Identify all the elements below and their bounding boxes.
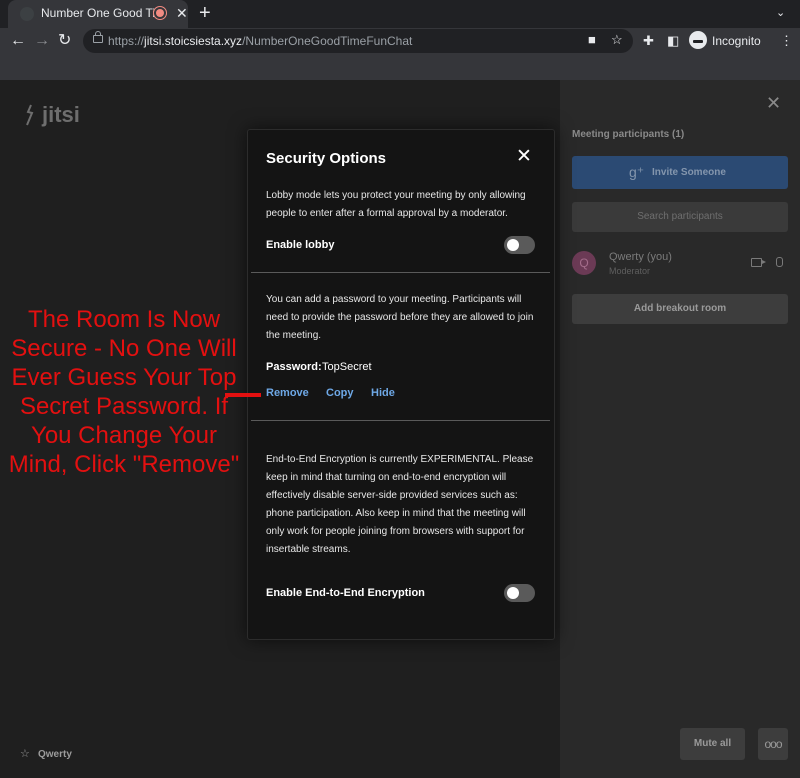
dialog-close-icon[interactable]: ✕: [516, 147, 532, 167]
e2ee-label: Enable End-to-End Encryption: [266, 587, 425, 599]
local-participant-name: Qwerty: [38, 749, 72, 760]
side-panel-icon[interactable]: ◧: [667, 33, 679, 49]
lobby-label: Enable lobby: [266, 239, 335, 251]
remove-password-link[interactable]: Remove: [266, 387, 309, 399]
copy-password-link[interactable]: Copy: [326, 387, 354, 399]
favicon-icon: [20, 7, 34, 21]
tab-close-icon[interactable]: ✕: [176, 5, 188, 21]
e2ee-toggle[interactable]: [504, 584, 535, 602]
invite-label[interactable]: Invite Someone: [652, 167, 726, 178]
close-pane-icon[interactable]: ✕: [766, 94, 781, 112]
search-placeholder[interactable]: Search participants: [572, 211, 788, 222]
participants-title: Meeting participants (1): [572, 129, 685, 140]
url-path: /NumberOneGoodTimeFunChat: [242, 34, 413, 48]
hide-password-link[interactable]: Hide: [371, 387, 395, 399]
incognito-icon[interactable]: [689, 31, 707, 49]
divider: [251, 272, 550, 273]
new-tab-button[interactable]: +: [199, 3, 211, 23]
e2ee-description: End-to-End Encryption is currently EXPER…: [266, 454, 534, 555]
lock-icon[interactable]: [93, 31, 103, 43]
profile-label[interactable]: Incognito: [712, 34, 761, 48]
jitsi-logo-text: jitsi: [42, 102, 80, 127]
extensions-icon[interactable]: ✚: [643, 33, 654, 49]
camera-in-use-icon[interactable]: ■: [588, 32, 596, 47]
divider: [251, 420, 550, 421]
moderator-star-icon: ☆: [20, 748, 30, 760]
browser-menu-icon[interactable]: ⋮: [780, 33, 793, 49]
address-bar[interactable]: https://jitsi.stoicsiesta.xyz/NumberOneG…: [83, 29, 633, 53]
more-options-icon[interactable]: ooo: [758, 737, 788, 751]
bookmark-star-icon[interactable]: ☆: [611, 32, 623, 48]
bookmarks-bar: [0, 54, 800, 81]
lobby-toggle[interactable]: [504, 236, 535, 254]
password-description: You can add a password to your meeting. …: [266, 294, 534, 341]
recording-indicator-icon: [156, 9, 164, 17]
add-user-icon[interactable]: g⁺: [629, 164, 644, 181]
forward-button[interactable]: →: [34, 32, 50, 50]
reload-button[interactable]: ↻: [58, 32, 71, 50]
camera-icon[interactable]: [751, 258, 766, 267]
tab-search-icon[interactable]: ⌄: [776, 6, 785, 19]
participant-role: Moderator: [609, 266, 651, 276]
annotation-text: The Room Is Now Secure - No One Will Eve…: [8, 306, 240, 478]
annotation-pointer: [225, 393, 261, 397]
lobby-description: Lobby mode lets you protect your meeting…: [266, 190, 526, 219]
avatar: Q: [572, 251, 596, 275]
password-value: TopSecret: [322, 361, 372, 373]
dialog-title: Security Options: [266, 150, 387, 167]
password-label: Password:: [266, 361, 322, 373]
back-button[interactable]: ←: [10, 32, 26, 50]
participant-name: Qwerty (you): [609, 251, 672, 263]
url-prefix: https://: [108, 34, 145, 48]
breakout-label[interactable]: Add breakout room: [572, 303, 788, 314]
browser-tab[interactable]: Number One Good Time ✕: [8, 0, 188, 28]
microphone-icon[interactable]: [776, 257, 783, 267]
browser-toolbar: ← → ↻ https://jitsi.stoicsiesta.xyz/Numb…: [0, 28, 800, 54]
url-host: jitsi.stoicsiesta.xyz: [144, 34, 243, 48]
url-text[interactable]: https://jitsi.stoicsiesta.xyz/NumberOneG…: [108, 34, 412, 48]
mute-all-label[interactable]: Mute all: [680, 738, 745, 749]
tab-title: Number One Good Time: [41, 6, 159, 20]
jitsi-logo-icon: [26, 104, 34, 126]
